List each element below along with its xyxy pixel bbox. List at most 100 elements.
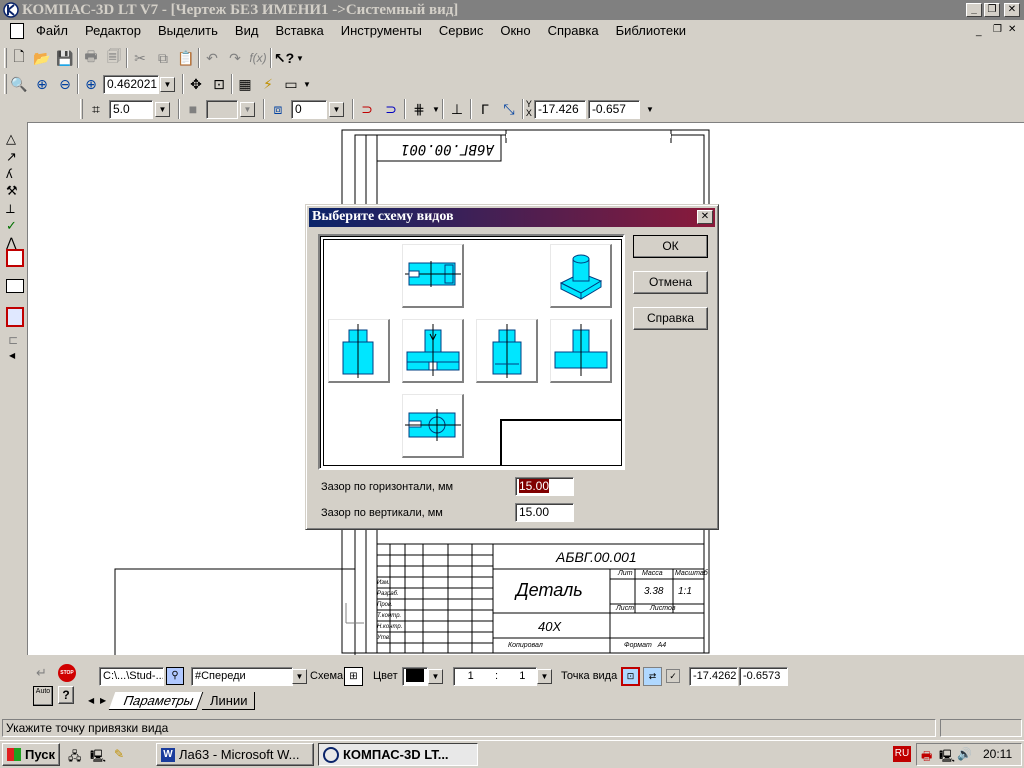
geometry-icon[interactable]: △ [6,131,16,147]
doc-close-button[interactable]: ✕ [1008,24,1016,35]
layer-state-icon[interactable]: ■ [182,98,204,120]
dimensions-icon[interactable]: ↗ [6,149,17,165]
layer-dropdown-button[interactable]: ▼ [329,101,344,117]
quick-launch-desktop-icon[interactable]: 🖧 [68,747,81,768]
tray-antivirus-icon[interactable]: 🖶 [921,747,932,768]
edit-icon[interactable]: ⚒ [6,183,18,199]
symbols-icon[interactable]: ʎ [6,166,13,181]
spec-icon[interactable] [6,279,24,293]
help-button[interactable]: Справка [633,307,708,330]
round-coords-icon[interactable]: ⤡ [498,98,520,120]
undo-icon[interactable]: ↶ [201,47,223,69]
show-all-icon[interactable]: ⊡ [208,73,230,95]
view-name-dropdown-button[interactable]: ▼ [292,669,307,684]
tab-parameters[interactable]: Параметры [108,692,204,710]
menu-service[interactable]: Сервис [439,23,484,38]
quick-launch-network-icon[interactable]: 🖳 [90,747,106,768]
path-field[interactable]: C:\...\Stud-... [99,667,164,686]
paste-icon[interactable]: 📋 [175,47,197,69]
layers-icon[interactable]: ⧈ [267,98,289,120]
pan-icon[interactable]: ✥ [185,73,207,95]
lock-coords-icon[interactable]: ✓ [666,669,680,683]
view-bottom-thumbnail[interactable] [402,394,464,458]
task-kompas-button[interactable]: КОМПАС-3D LT... [318,743,478,766]
copy-icon[interactable]: ⧉ [152,47,174,69]
menu-editor[interactable]: Редактор [85,23,141,38]
snap-magnet-icon[interactable]: ⊃ [356,98,378,120]
minimize-button[interactable]: _ [966,3,982,17]
view-iso-thumbnail[interactable] [550,244,612,308]
view-front-thumbnail[interactable] [402,319,464,383]
zoom-window-icon[interactable]: 🔍 [8,73,30,95]
auto-create-button[interactable]: Auto [33,686,53,706]
doc-minimize-button[interactable]: _ [976,26,982,37]
dialog-close-button[interactable]: ✕ [697,210,713,224]
parametrization-icon[interactable]: ⟂ [6,201,15,217]
regenerate-icon[interactable]: ⚡ [257,73,279,95]
app-logo-icon[interactable] [3,2,19,18]
tab-scroll-right-icon[interactable]: ▶ [100,696,106,705]
display-mode-icon[interactable]: ▭ [280,73,302,95]
tab-scroll-left-icon[interactable]: ◀ [88,696,94,705]
scale-field[interactable]: 1: 1 [453,667,537,686]
menu-help[interactable]: Справка [548,23,599,38]
color-field[interactable] [402,667,428,686]
menu-window[interactable]: Окно [500,23,530,38]
layer-input[interactable]: 0 [291,99,327,119]
cursor-x-field[interactable]: -17.426 [533,99,586,119]
gap-vertical-input[interactable]: 15.00 [515,503,574,522]
dropdown-arrow-icon[interactable]: ▼ [646,105,654,114]
ortho-icon[interactable]: Г [474,98,496,120]
enter-arrow-icon[interactable]: ↵ [36,665,47,681]
quick-launch-app-icon[interactable]: ✎ [114,747,124,761]
dialog-title-bar[interactable]: Выберите схему видов ✕ [309,208,715,227]
language-indicator[interactable]: RU [893,746,911,762]
restore-button[interactable]: ❐ [984,3,1000,17]
start-button[interactable]: Пуск [2,743,60,766]
zoom-input[interactable]: 0.462021 [103,74,159,94]
redo-icon[interactable]: ↷ [224,47,246,69]
view-rear-thumbnail[interactable] [550,319,612,383]
print-preview-icon[interactable]: 🗐 [103,47,125,69]
close-button[interactable]: ✕ [1004,3,1020,17]
tray-volume-icon[interactable]: 🔊 [957,747,972,761]
task-word-button[interactable]: W Ла63 - Microsoft W... [156,743,314,766]
function-icon[interactable]: f(x) [247,47,269,69]
zoom-in-icon[interactable]: ⊕ [31,73,53,95]
view-point-x-field[interactable]: -17.4262 [689,667,738,686]
local-snap-icon[interactable]: ⊃ [380,98,402,120]
context-help-icon[interactable]: ↖? [273,47,295,69]
gap-horizontal-input[interactable]: 15.00 [515,477,574,496]
open-folder-icon[interactable]: 📂 [31,47,53,69]
cancel-button[interactable]: Отмена [633,271,708,294]
stop-button[interactable]: STOP [58,664,76,682]
expand-arrow-icon[interactable]: ◀ [9,351,15,360]
cursor-y-field[interactable]: -0.657 [587,99,640,119]
menu-select[interactable]: Выделить [158,23,218,38]
print-icon[interactable]: 🖶 [80,47,102,69]
scale-dropdown-button[interactable]: ▼ [537,669,552,684]
view-name-field[interactable]: #Спереди [191,667,293,686]
grid-dropdown-icon[interactable]: ▼ [432,105,440,114]
view-point-y-field[interactable]: -0.6573 [739,667,788,686]
menu-insert[interactable]: Вставка [275,23,323,38]
refresh-icon[interactable]: ▦ [234,73,256,95]
menu-libraries[interactable]: Библиотеки [616,23,686,38]
browse-icon[interactable]: ⚲ [166,667,184,685]
view-left-thumbnail[interactable] [328,319,390,383]
grid-icon[interactable]: ⋕ [408,98,430,120]
cursor-step-icon[interactable]: ⌗ [85,98,107,120]
dropdown-arrow-icon[interactable]: ▼ [303,80,311,89]
save-icon[interactable]: 💾 [54,47,76,69]
tray-network-icon[interactable]: 🖳 [939,747,955,768]
menu-view[interactable]: Вид [235,23,259,38]
scheme-icon[interactable]: ⊞ [344,667,363,686]
tray-clock[interactable]: 20:11 [983,747,1012,761]
view-point-icon[interactable]: ⊡ [621,667,640,686]
menu-tools[interactable]: Инструменты [341,23,422,38]
ok-button[interactable]: ОК [633,235,708,258]
zoom-dropdown-button[interactable]: ▼ [160,76,175,92]
view-layout-icon[interactable] [6,307,24,327]
tree-icon[interactable]: ⊏ [8,333,18,347]
cut-icon[interactable]: ✂ [129,47,151,69]
